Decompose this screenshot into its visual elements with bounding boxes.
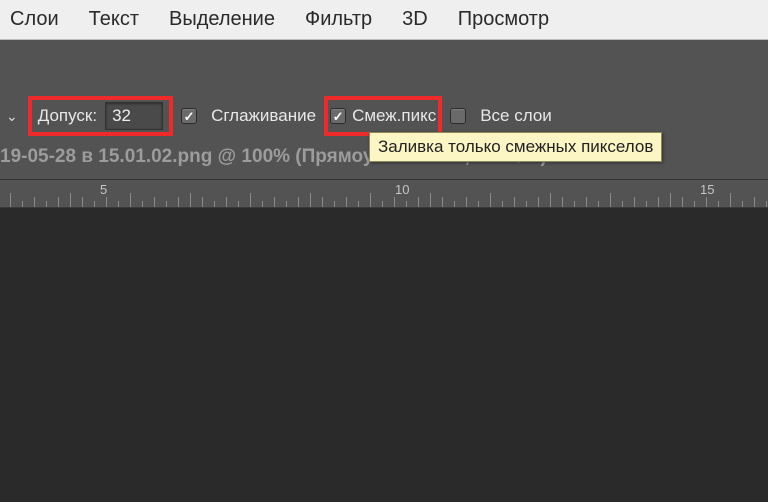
ruler-tick: [142, 201, 143, 207]
menu-text[interactable]: Текст: [89, 8, 139, 31]
ruler-label: 10: [395, 182, 409, 197]
ruler-label: 15: [700, 182, 714, 197]
ruler-tick: [238, 201, 239, 207]
ruler-tick: [262, 201, 263, 207]
ruler-tick: [538, 197, 539, 207]
menu-view[interactable]: Просмотр: [458, 8, 549, 31]
ruler-tick: [118, 201, 119, 207]
all-layers-checkbox[interactable]: [450, 108, 466, 124]
chevron-down-icon[interactable]: ⌄: [4, 108, 20, 125]
ruler-tick: [670, 193, 671, 207]
tolerance-input[interactable]: 32: [105, 102, 163, 130]
ruler-tick: [226, 197, 227, 207]
ruler-tick: [466, 197, 467, 207]
ruler-tick: [94, 201, 95, 207]
menu-layers[interactable]: Слои: [10, 8, 59, 31]
ruler-tick: [358, 201, 359, 207]
canvas-area[interactable]: [0, 208, 768, 502]
ruler-tick: [766, 201, 767, 207]
ruler-tick: [130, 193, 131, 207]
ruler-tick: [682, 197, 683, 207]
ruler-tick: [694, 201, 695, 207]
contiguous-label[interactable]: Смеж.пикс: [352, 106, 436, 126]
ruler-tick: [622, 201, 623, 207]
tool-options-bar: ⌄ Допуск: 32 Сглаживание Смеж.пикс Все с…: [0, 92, 768, 140]
ruler-tick: [166, 201, 167, 207]
ruler-tick: [214, 201, 215, 207]
ruler-tick: [22, 201, 23, 207]
ruler-tick: [442, 197, 443, 207]
ruler-tick: [406, 201, 407, 207]
ruler-tick: [502, 201, 503, 207]
ruler-tick: [526, 201, 527, 207]
ruler-tick: [82, 197, 83, 207]
ruler-tick: [610, 193, 611, 207]
ruler-tick: [430, 193, 431, 207]
all-layers-label[interactable]: Все слои: [480, 106, 552, 126]
ruler-tick: [718, 201, 719, 207]
antialias-label[interactable]: Сглаживание: [211, 106, 316, 126]
ruler-tick: [754, 197, 755, 207]
spacer: [0, 40, 768, 92]
ruler-tick: [46, 201, 47, 207]
ruler-tick: [370, 193, 371, 207]
antialias-checkbox[interactable]: [181, 108, 197, 124]
menu-select[interactable]: Выделение: [169, 8, 275, 31]
ruler-tick: [58, 197, 59, 207]
main-menu-bar: Слои Текст Выделение Фильтр 3D Просмотр: [0, 0, 768, 40]
ruler-tick: [454, 201, 455, 207]
contiguous-checkbox[interactable]: [330, 108, 346, 124]
menu-3d[interactable]: 3D: [402, 8, 428, 31]
ruler-tick: [274, 197, 275, 207]
contiguous-highlight: Смеж.пикс: [324, 96, 442, 136]
ruler-tick: [742, 201, 743, 207]
tolerance-label: Допуск:: [38, 106, 97, 126]
ruler-tick: [70, 193, 71, 207]
ruler-tick: [514, 197, 515, 207]
ruler-tick: [586, 197, 587, 207]
ruler-tick: [154, 197, 155, 207]
ruler-tick: [202, 197, 203, 207]
horizontal-ruler: 5 10 15: [0, 180, 768, 208]
ruler-tick: [298, 197, 299, 207]
ruler-tick: [598, 201, 599, 207]
ruler-tick: [34, 197, 35, 207]
ruler-tick: [418, 197, 419, 207]
ruler-tick: [634, 197, 635, 207]
ruler-tick: [574, 201, 575, 207]
ruler-tick: [550, 193, 551, 207]
ruler-tick: [310, 193, 311, 207]
ruler-tick: [346, 197, 347, 207]
ruler-tick: [490, 193, 491, 207]
ruler-tick: [10, 193, 11, 207]
tooltip: Заливка только смежных пикселов: [369, 132, 662, 162]
ruler-tick: [382, 201, 383, 207]
ruler-tick: [478, 201, 479, 207]
ruler-tick: [334, 201, 335, 207]
ruler-tick: [394, 197, 395, 207]
ruler-tick: [286, 201, 287, 207]
ruler-tick: [250, 193, 251, 207]
ruler-tick: [562, 197, 563, 207]
ruler-tick: [106, 197, 107, 207]
ruler-tick: [322, 197, 323, 207]
menu-filter[interactable]: Фильтр: [305, 8, 372, 31]
ruler-tick: [730, 193, 731, 207]
ruler-tick: [190, 193, 191, 207]
ruler-tick: [658, 197, 659, 207]
ruler-tick: [178, 197, 179, 207]
ruler-tick: [646, 201, 647, 207]
ruler-tick: [706, 197, 707, 207]
ruler-label: 5: [100, 182, 107, 197]
tolerance-highlight: Допуск: 32: [28, 96, 173, 136]
